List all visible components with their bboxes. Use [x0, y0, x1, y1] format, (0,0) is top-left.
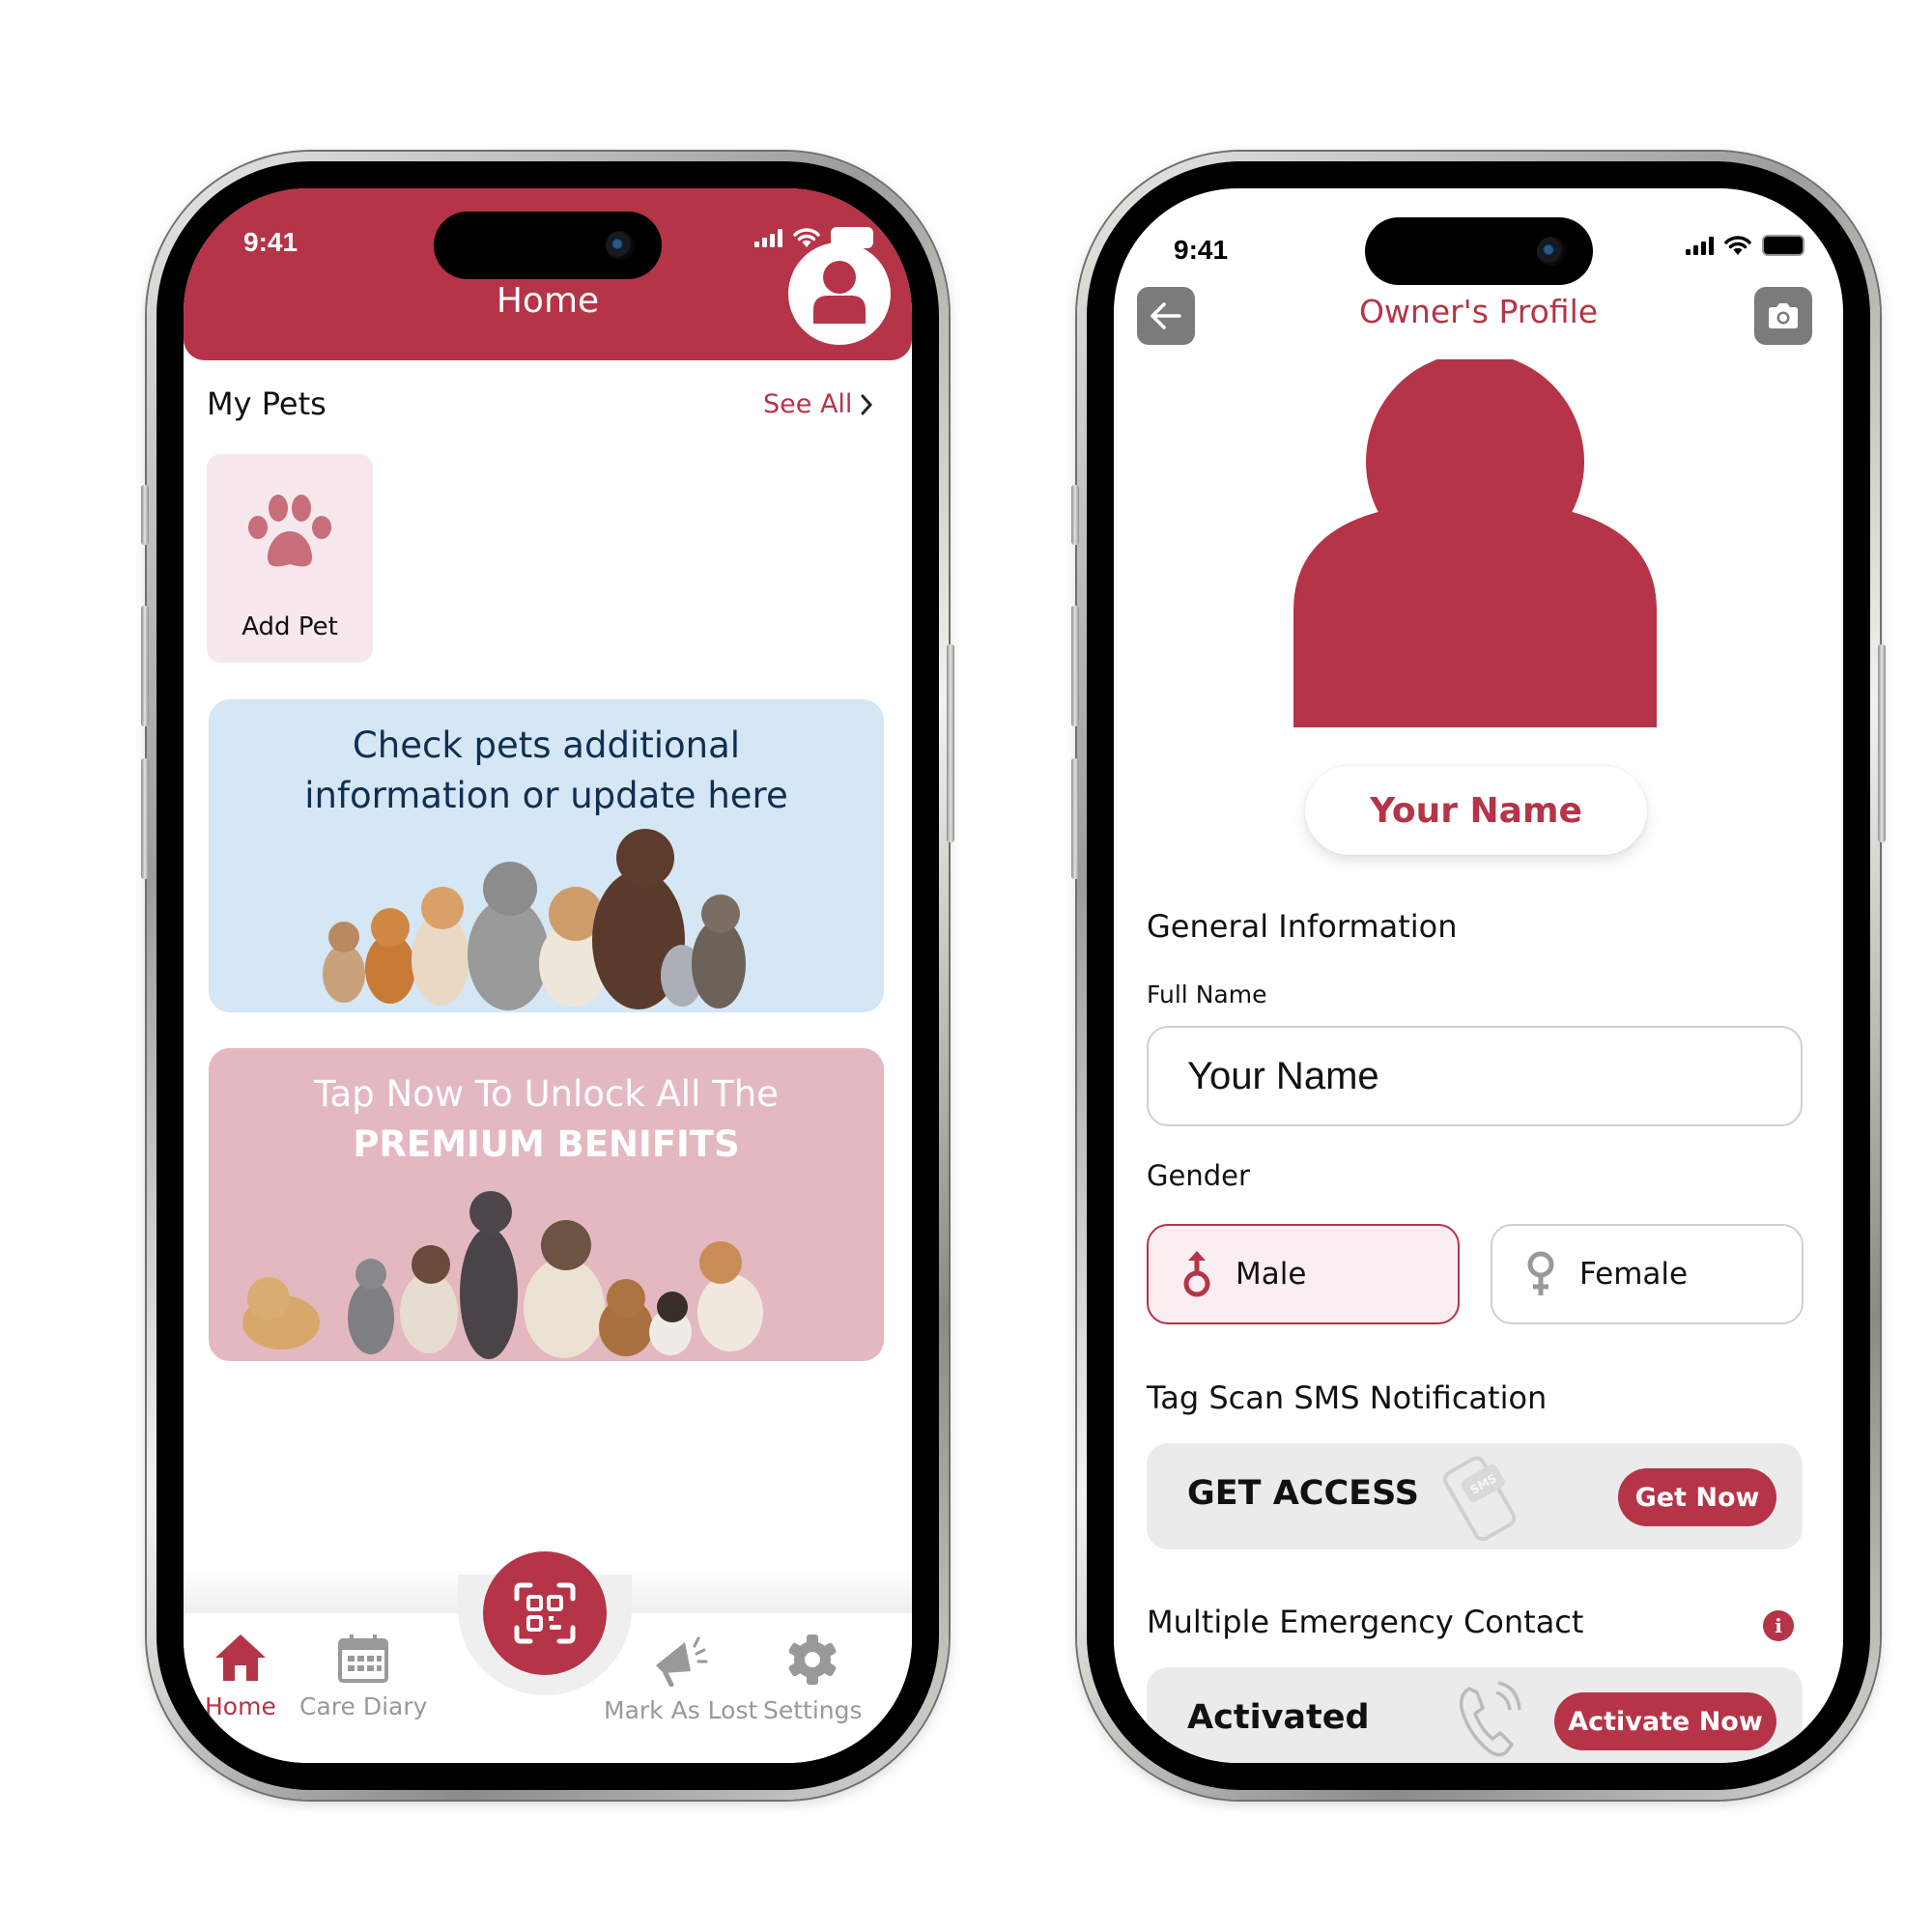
- battery-icon: [1762, 235, 1804, 256]
- wifi-icon: [793, 228, 820, 247]
- volume-down-button: [141, 758, 149, 879]
- tab-mark-as-lost-label: Mark As Lost: [604, 1696, 758, 1724]
- signal-icon: [754, 228, 782, 247]
- volume-up-button: [141, 606, 149, 726]
- pet-info-card[interactable]: Check pets additional information or upd…: [209, 699, 884, 1012]
- premium-line1: Tap Now To Unlock All The: [314, 1073, 779, 1115]
- qr-scan-button[interactable]: [483, 1551, 607, 1675]
- battery-icon: [831, 227, 873, 248]
- sms-notification-title: Tag Scan SMS Notification: [1147, 1379, 1548, 1416]
- volume-down-button: [1071, 758, 1079, 879]
- female-symbol-icon: [1527, 1251, 1554, 1295]
- get-now-button[interactable]: Get Now: [1618, 1468, 1776, 1526]
- profile-avatar-placeholder[interactable]: [1293, 359, 1657, 727]
- sms-status: GET ACCESS: [1187, 1474, 1419, 1513]
- premium-card[interactable]: Tap Now To Unlock All The PREMIUM BENIFI…: [209, 1048, 884, 1361]
- gender-label: Gender: [1147, 1159, 1250, 1192]
- gear-icon: [788, 1634, 837, 1685]
- sms-notification-box: GET ACCESS SMS Get Now: [1147, 1443, 1803, 1549]
- activate-now-button[interactable]: Activate Now: [1554, 1692, 1776, 1750]
- see-all-label: See All: [763, 389, 853, 419]
- tab-settings[interactable]: Settings: [763, 1633, 863, 1724]
- signal-icon: [1686, 236, 1714, 255]
- emergency-contact-box: Activated Activate Now: [1147, 1667, 1803, 1763]
- pet-info-line1: Check pets additional: [352, 724, 741, 766]
- gender-option-female[interactable]: Female: [1491, 1224, 1804, 1324]
- add-pet-card[interactable]: Add Pet: [207, 454, 373, 663]
- dynamic-island: [434, 212, 662, 279]
- gender-male-label: Male: [1236, 1257, 1307, 1292]
- calendar-icon: [338, 1634, 389, 1683]
- see-all-link[interactable]: See All: [763, 389, 873, 419]
- tab-care-diary-label: Care Diary: [299, 1692, 428, 1720]
- bottom-tab-bar: Home Care Diary Mark As Lost Settings: [184, 1551, 912, 1763]
- male-symbol-icon: [1183, 1251, 1210, 1297]
- owner-profile-screen: 9:41 Owner's Profile Your Name General I…: [1114, 188, 1843, 1763]
- pets-group-image: [323, 829, 746, 1010]
- megaphone-icon: [655, 1636, 708, 1687]
- action-button: [141, 485, 149, 545]
- home-phone-frame: 9:41 Home My Pets See All Add Pet Check …: [141, 152, 954, 1800]
- my-pets-title: My Pets: [207, 385, 327, 422]
- full-name-label: Full Name: [1147, 980, 1267, 1009]
- sms-phone-icon: SMS: [1443, 1456, 1517, 1542]
- status-time: 9:41: [1174, 235, 1229, 265]
- gender-option-male[interactable]: Male: [1147, 1224, 1460, 1324]
- full-name-value: Your Name: [1187, 1054, 1379, 1097]
- dynamic-island: [1364, 217, 1593, 285]
- general-info-title: General Information: [1147, 908, 1458, 945]
- action-button: [1071, 485, 1079, 545]
- tab-mark-as-lost[interactable]: Mark As Lost: [604, 1633, 757, 1724]
- status-time: 9:41: [243, 227, 298, 257]
- camera-icon: [1769, 303, 1798, 328]
- home-screen: 9:41 Home My Pets See All Add Pet Check …: [184, 188, 912, 1763]
- phone-ringing-icon: [1459, 1681, 1521, 1757]
- tab-home-label: Home: [205, 1692, 276, 1720]
- full-name-input[interactable]: Your Name: [1147, 1026, 1803, 1126]
- emergency-contact-title: Multiple Emergency Contact: [1147, 1604, 1584, 1640]
- profile-phone-frame: 9:41 Owner's Profile Your Name General I…: [1071, 152, 1886, 1800]
- volume-up-button: [1071, 606, 1079, 726]
- pets-group-image: [242, 1191, 763, 1359]
- gender-female-label: Female: [1579, 1257, 1689, 1292]
- paw-icon: [248, 495, 331, 567]
- qr-scan-icon: [514, 1582, 576, 1644]
- owner-name-display: Your Name: [1305, 766, 1647, 855]
- tab-care-diary[interactable]: Care Diary: [299, 1633, 427, 1720]
- home-icon: [214, 1634, 266, 1681]
- page-title: Owner's Profile: [1358, 293, 1599, 330]
- power-button: [1878, 644, 1886, 842]
- add-pet-label: Add Pet: [242, 612, 338, 641]
- camera-button[interactable]: [1754, 287, 1812, 345]
- tab-settings-label: Settings: [763, 1696, 863, 1724]
- info-icon[interactable]: i: [1763, 1610, 1794, 1641]
- wifi-icon: [1724, 236, 1751, 255]
- emergency-status: Activated: [1187, 1698, 1370, 1737]
- power-button: [947, 644, 954, 842]
- tab-home[interactable]: Home: [205, 1633, 276, 1720]
- chevron-right-icon: [861, 394, 873, 414]
